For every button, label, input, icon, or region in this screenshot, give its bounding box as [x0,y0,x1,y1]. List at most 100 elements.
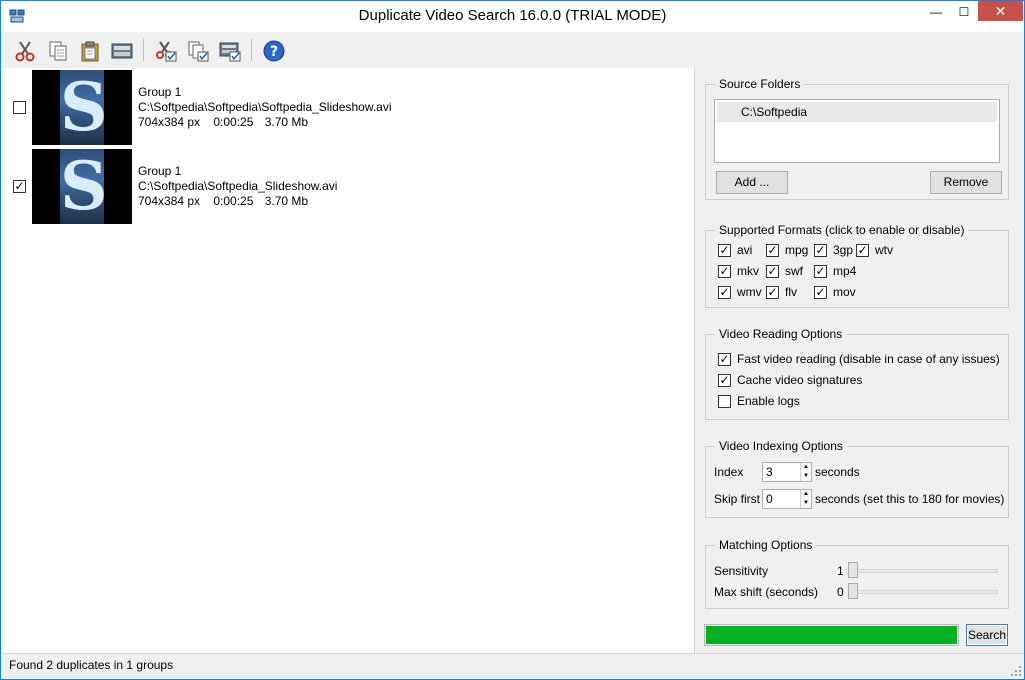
format-3gp[interactable]: ✓ 3gp [814,243,853,257]
format-label: wtv [875,243,893,257]
source-folder-item[interactable]: C:\Softpedia [717,102,997,122]
results-list[interactable]: S Group 1 C:\Softpedia\Softpedia\Softped… [3,68,695,653]
index-value[interactable]: 3 [766,465,773,479]
paste-icon[interactable] [77,38,103,64]
format-mov[interactable]: ✓ mov [814,285,856,299]
format-swf[interactable]: ✓ swf [766,264,803,278]
status-text: Found 2 duplicates in 1 groups [9,658,174,672]
format-checkbox[interactable]: ✓ [814,243,827,257]
reading-option[interactable]: Enable logs [718,394,800,408]
option-checkbox[interactable]: ✓ [718,352,731,366]
format-avi[interactable]: ✓ avi [718,243,752,257]
maximize-button[interactable]: ☐ [950,1,978,23]
format-flv[interactable]: ✓ flv [766,285,797,299]
format-mkv[interactable]: ✓ mkv [718,264,759,278]
minimize-button[interactable]: — [922,1,950,23]
spinner-arrows-icon[interactable]: ▲ ▼ [800,490,811,508]
thumbnail-image: S [60,149,108,224]
result-checkbox[interactable]: ✓ [13,180,26,193]
option-label: Fast video reading (disable in case of a… [737,352,1000,366]
indexing-options-group: Video Indexing Options Index 3 ▲ ▼ second… [705,439,1009,518]
max-shift-label: Max shift (seconds) [714,585,819,599]
resize-grip-icon[interactable] [1010,665,1022,677]
progress-fill [706,626,957,644]
option-checkbox[interactable] [718,394,731,408]
add-folder-button[interactable]: Add ... [716,171,788,194]
reading-options-group: Video Reading Options ✓ Fast video readin… [705,327,1009,420]
max-shift-slider-thumb[interactable] [848,583,858,599]
format-label: mp4 [833,264,857,278]
option-checkbox[interactable]: ✓ [718,373,731,387]
format-label: mov [833,285,856,299]
copy-icon[interactable] [45,38,71,64]
index-stepper[interactable]: 3 ▲ ▼ [762,462,812,482]
group-title: Supported Formats (click to enable or di… [715,223,969,237]
file-details: 704x384 px 0:00:25 3.70 Mb [138,194,308,208]
group-label: Group 1 [138,164,182,178]
format-label: 3gp [833,243,854,257]
copy-checked-icon[interactable] [185,38,211,64]
source-folders-list[interactable]: C:\Softpedia [714,99,1000,163]
file-path: C:\Softpedia\Softpedia\Softpedia_Slidesh… [138,100,392,114]
group-title: Matching Options [715,538,817,552]
sensitivity-slider[interactable] [850,569,998,573]
format-checkbox[interactable]: ✓ [718,243,731,257]
skip-first-stepper[interactable]: 0 ▲ ▼ [762,489,812,509]
index-label: Index [714,465,744,479]
video-thumbnail: S [32,149,132,224]
format-checkbox[interactable]: ✓ [814,285,827,299]
cut-checked-icon[interactable] [153,38,179,64]
toolbar-separator [251,39,252,61]
app-window: Duplicate Video Search 16.0.0 (TRIAL MOD… [0,0,1025,680]
search-button[interactable]: Search [966,624,1008,646]
remove-folder-button[interactable]: Remove [930,171,1002,194]
group-title: Video Indexing Options [715,439,847,453]
format-checkbox[interactable]: ✓ [856,243,869,257]
format-wmv[interactable]: ✓ wmv [718,285,762,299]
option-label: Enable logs [737,394,800,408]
file-duration: 0:00:25 [213,194,254,208]
source-folders-group: Source Folders C:\Softpedia Add ... Remo… [705,77,1009,200]
help-icon[interactable]: ? [261,38,287,64]
thumbnail-letter: S [60,149,108,224]
file-resolution: 704x384 px [138,194,201,208]
format-checkbox[interactable]: ✓ [766,264,779,278]
formats-group: Supported Formats (click to enable or di… [705,223,1009,308]
svg-text:?: ? [270,44,278,60]
thumbnail-letter: S [60,70,108,145]
title-bar: Duplicate Video Search 16.0.0 (TRIAL MOD… [1,1,1024,32]
thumbnail-image: S [60,70,108,145]
format-checkbox[interactable]: ✓ [718,264,731,278]
format-checkbox[interactable]: ✓ [766,243,779,257]
format-mp4[interactable]: ✓ mp4 [814,264,856,278]
spinner-arrows-icon[interactable]: ▲ ▼ [800,463,811,481]
sensitivity-slider-thumb[interactable] [848,562,858,578]
file-details: 704x384 px 0:00:25 3.70 Mb [138,115,308,129]
reading-option[interactable]: ✓ Cache video signatures [718,373,862,387]
format-mpg[interactable]: ✓ mpg [766,243,808,257]
list-item[interactable]: ✓ S Group 1 C:\Softpedia\Softpedia_Slide… [3,147,695,225]
delete-checked-icon[interactable] [217,38,243,64]
format-checkbox[interactable]: ✓ [718,285,731,299]
result-checkbox[interactable] [13,101,26,114]
options-panel: Source Folders C:\Softpedia Add ... Remo… [696,68,1023,653]
index-unit: seconds [815,465,860,479]
format-checkbox[interactable]: ✓ [814,264,827,278]
cut-icon[interactable] [12,38,38,64]
reading-option[interactable]: ✓ Fast video reading (disable in case of … [718,352,1000,366]
format-label: avi [737,243,753,257]
skip-first-value[interactable]: 0 [766,492,773,506]
file-path: C:\Softpedia\Softpedia_Slideshow.avi [138,179,338,193]
format-wtv[interactable]: ✓ wtv [856,243,893,257]
format-checkbox[interactable]: ✓ [766,285,779,299]
video-thumbnail: S [32,70,132,145]
list-item[interactable]: S Group 1 C:\Softpedia\Softpedia\Softped… [3,68,695,146]
close-button[interactable]: ✕ [978,1,1023,21]
file-resolution: 704x384 px [138,115,201,129]
group-title: Video Reading Options [715,327,847,341]
max-shift-slider[interactable] [850,590,998,594]
matching-options-group: Matching Options Sensitivity 1 Max shift… [705,538,1009,609]
format-label: flv [785,285,797,299]
delete-icon[interactable] [109,38,135,64]
sensitivity-value: 1 [837,564,844,578]
